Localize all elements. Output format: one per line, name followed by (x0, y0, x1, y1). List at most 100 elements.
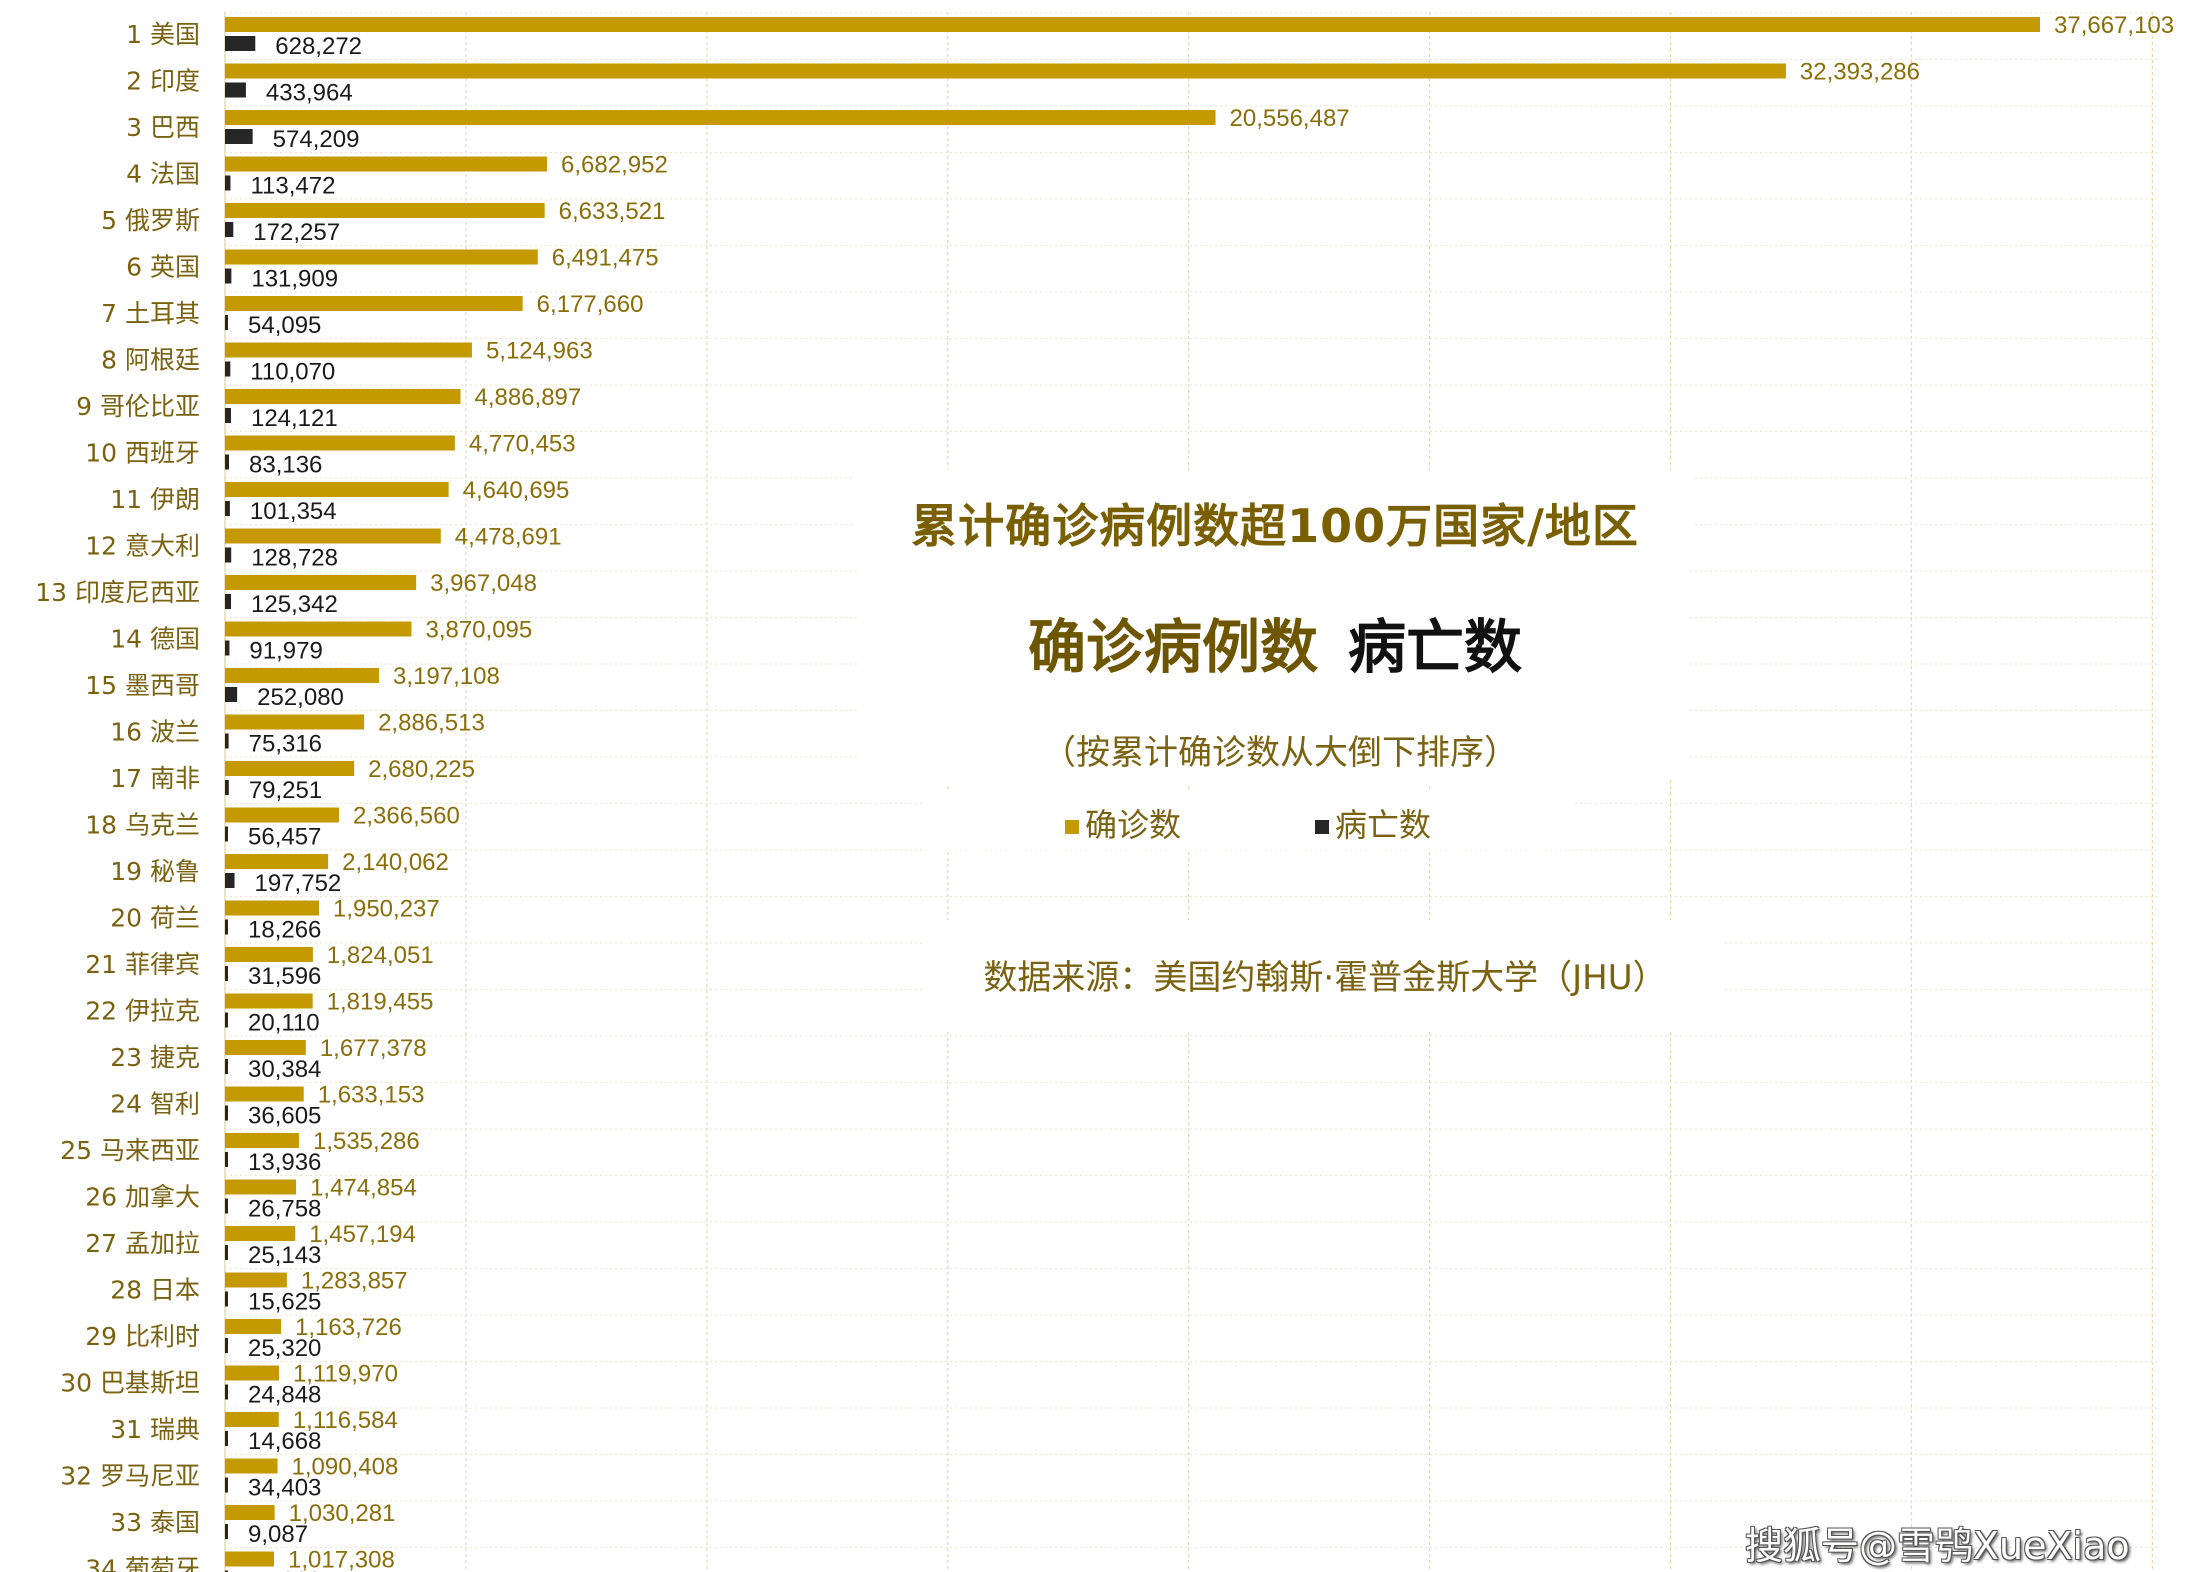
data-label-deaths: 252,080 (257, 684, 344, 711)
category-label: 17 南非 (110, 764, 200, 793)
data-label-confirmed: 1,950,237 (333, 896, 440, 923)
bar-confirmed (225, 1086, 304, 1102)
category-label: 8 阿根廷 (101, 346, 200, 375)
bar-confirmed (225, 1179, 297, 1195)
sort-note-panel: （按累计确诊数从大倒下排序） (930, 715, 1630, 785)
data-label-deaths: 131,909 (251, 266, 338, 293)
data-label-confirmed: 3,197,108 (393, 663, 500, 690)
data-label-deaths: 197,752 (255, 870, 342, 897)
bar-confirmed (225, 1551, 275, 1567)
legend-label-confirmed: 确诊数 (1085, 806, 1182, 844)
data-label-deaths: 75,316 (249, 731, 322, 758)
category-label: 20 荷兰 (110, 904, 200, 933)
bar-deaths (225, 36, 256, 51)
heading-confirmed: 确诊病例数 (1027, 613, 1318, 681)
data-label-deaths: 15,625 (248, 1289, 321, 1316)
data-label-deaths: 83,136 (249, 452, 322, 479)
legend-item-confirmed: 确诊数 (1065, 800, 1181, 846)
watermark: 搜狐号@雪鸮XueXiao (1745, 1524, 2130, 1568)
bar-confirmed (225, 296, 523, 311)
bar-deaths (225, 733, 229, 749)
category-label: 25 马来西亚 (60, 1136, 200, 1165)
data-label-deaths: 18,266 (248, 917, 321, 944)
data-label-confirmed: 2,366,560 (353, 803, 460, 830)
data-label-deaths: 20,110 (248, 1010, 320, 1037)
bar-confirmed (225, 714, 365, 730)
chart-title: 累计确诊病例数超100万国家/地区 (911, 499, 1639, 553)
data-label-deaths: 56,457 (248, 824, 321, 851)
bar-deaths (225, 175, 231, 191)
bar-deaths (225, 408, 231, 423)
data-label-deaths: 25,320 (248, 1335, 321, 1362)
data-label-confirmed: 1,457,194 (309, 1221, 416, 1248)
data-label-deaths: 54,095 (248, 312, 321, 339)
data-label-deaths: 124,121 (251, 405, 338, 432)
bar-deaths (225, 1198, 228, 1214)
data-label-confirmed: 5,124,963 (486, 338, 593, 365)
data-label-deaths: 79,251 (249, 777, 322, 804)
bar-deaths (225, 1291, 228, 1307)
bar-deaths (225, 82, 246, 98)
category-label: 22 伊拉克 (85, 997, 200, 1026)
bar-confirmed (225, 342, 472, 358)
bar-confirmed (225, 63, 1786, 79)
bar-confirmed (225, 482, 449, 497)
category-label: 32 罗马尼亚 (60, 1462, 200, 1491)
data-label-deaths: 172,257 (253, 219, 340, 246)
bar-deaths (225, 1431, 228, 1446)
category-label: 2 印度 (126, 67, 200, 96)
bar-confirmed (225, 1133, 299, 1148)
bar-deaths (225, 640, 230, 656)
bar-confirmed (225, 1365, 279, 1381)
bar-confirmed (225, 621, 412, 637)
data-label-deaths: 101,354 (250, 498, 337, 525)
data-label-confirmed: 3,870,095 (425, 617, 532, 644)
bar-confirmed (225, 156, 548, 172)
bar-confirmed (225, 435, 455, 451)
data-label-deaths: 113,472 (250, 173, 335, 200)
category-label: 6 英国 (126, 253, 200, 282)
bar-confirmed (225, 761, 355, 776)
bar-confirmed (225, 1319, 282, 1334)
bar-chart-svg: 1 美国 37,667,103 628,272 2 印度 32,393,286 433,9… (35, 12, 2174, 1572)
data-label-confirmed: 37,667,103 (2054, 12, 2174, 39)
data-label-confirmed: 4,640,695 (463, 477, 570, 504)
bar-deaths (225, 1059, 228, 1074)
bar-deaths (225, 1477, 228, 1493)
data-label-deaths: 128,728 (251, 545, 338, 572)
bar-deaths (225, 687, 238, 702)
data-label-deaths: 36,605 (248, 1103, 321, 1130)
bar-deaths (225, 501, 230, 516)
data-label-deaths: 91,979 (249, 638, 322, 665)
data-label-confirmed: 6,491,475 (552, 245, 659, 272)
category-label: 26 加拿大 (85, 1183, 200, 1212)
source-note: 数据来源：美国约翰斯·霍普金斯大学（JHU） (983, 958, 1667, 998)
bar-deaths (225, 1245, 228, 1260)
category-label: 15 墨西哥 (85, 671, 200, 700)
bar-confirmed (225, 575, 417, 590)
bar-deaths (225, 129, 253, 144)
bar-deaths (225, 1152, 228, 1167)
legend-item-deaths: 病亡数 (1315, 800, 1431, 846)
category-label: 13 印度尼西亚 (35, 578, 200, 607)
data-label-confirmed: 2,886,513 (378, 710, 485, 737)
bar-deaths (225, 966, 228, 981)
bar-confirmed (225, 528, 441, 544)
bar-confirmed (225, 854, 329, 869)
bar-deaths (225, 222, 234, 237)
data-label-deaths: 125,342 (251, 591, 338, 618)
category-label: 3 巴西 (126, 113, 200, 142)
category-label: 10 西班牙 (85, 439, 200, 468)
category-label: 7 土耳其 (101, 299, 200, 328)
category-label: 23 捷克 (110, 1043, 200, 1072)
category-label: 9 哥伦比亚 (76, 392, 200, 421)
category-label: 27 孟加拉 (85, 1229, 200, 1258)
bar-confirmed (225, 993, 313, 1009)
data-label-confirmed: 1,677,378 (320, 1035, 427, 1062)
category-label: 1 美国 (126, 20, 200, 49)
bar-confirmed (225, 900, 319, 916)
title-panel: 累计确诊病例数超100万国家/地区 (855, 470, 1695, 570)
bar-deaths (225, 547, 232, 563)
bar-confirmed (225, 389, 461, 404)
data-label-deaths: 30,384 (248, 1056, 321, 1083)
